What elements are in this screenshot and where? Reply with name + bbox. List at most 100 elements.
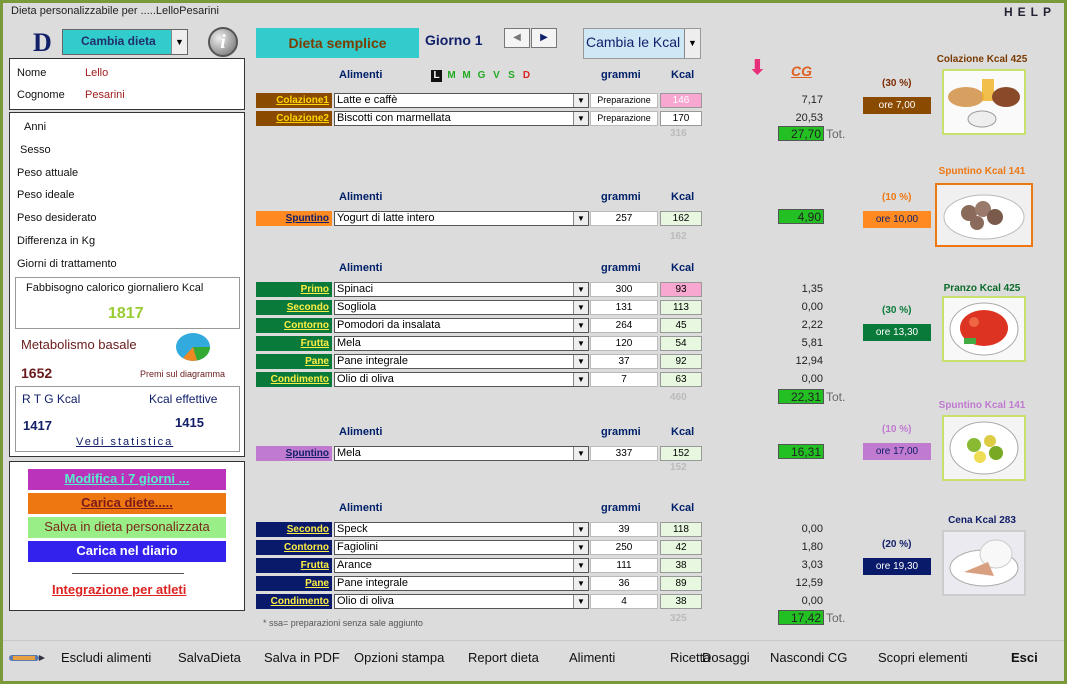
grammi-field[interactable]: 36 bbox=[590, 576, 658, 591]
carica-diario-button[interactable]: Carica nel diario bbox=[28, 541, 226, 562]
esci-button[interactable]: Esci bbox=[1011, 650, 1038, 665]
meal-label-condimento[interactable]: Condimento bbox=[256, 372, 332, 387]
meal-label-spuntino[interactable]: Spuntino bbox=[256, 211, 332, 226]
day-5-tab[interactable]: S bbox=[506, 70, 517, 82]
cambia-dieta-dropdown[interactable]: Cambia dieta ▼ bbox=[62, 29, 188, 55]
meal-label-frutta[interactable]: Frutta bbox=[256, 558, 332, 573]
kcal-field[interactable]: 63 bbox=[660, 372, 702, 387]
atleti-link[interactable]: Integrazione per atleti bbox=[52, 582, 186, 597]
report-dieta-button[interactable]: Report dieta bbox=[468, 650, 539, 665]
kcal-field[interactable]: 93 bbox=[660, 282, 702, 297]
meal-label-colazione2[interactable]: Colazione2 bbox=[256, 111, 332, 126]
salvadieta-button[interactable]: SalvaDieta bbox=[178, 650, 241, 665]
food-select[interactable]: Pane integrale ▼ bbox=[334, 576, 589, 591]
grammi-field[interactable]: 39 bbox=[590, 522, 658, 537]
grammi-field[interactable]: 250 bbox=[590, 540, 658, 555]
nascondi-cg-button[interactable]: Nascondi CG bbox=[770, 650, 847, 665]
food-select[interactable]: Fagiolini ▼ bbox=[334, 540, 589, 555]
grammi-field[interactable]: 37 bbox=[590, 354, 658, 369]
prev-day-button[interactable]: ◀ bbox=[504, 28, 530, 48]
meal-photo[interactable] bbox=[942, 415, 1026, 481]
opzioni-stampa-button[interactable]: Opzioni stampa bbox=[354, 650, 444, 665]
kcal-field[interactable]: 92 bbox=[660, 354, 702, 369]
kcal-field[interactable]: 89 bbox=[660, 576, 702, 591]
meal-label-secondo[interactable]: Secondo bbox=[256, 300, 332, 315]
meal-photo[interactable] bbox=[942, 69, 1026, 135]
meal-photo[interactable] bbox=[942, 296, 1026, 362]
kcal-field[interactable]: 42 bbox=[660, 540, 702, 555]
alimenti-button[interactable]: Alimenti bbox=[569, 650, 615, 665]
food-select[interactable]: Pane integrale ▼ bbox=[334, 354, 589, 369]
vedi-statistica-link[interactable]: Vedi statistica bbox=[76, 436, 173, 448]
kcal-field[interactable]: 38 bbox=[660, 594, 702, 609]
food-name: Arance bbox=[337, 559, 372, 571]
meal-label-pane[interactable]: Pane bbox=[256, 354, 332, 369]
meal-label-spuntino[interactable]: Spuntino bbox=[256, 446, 332, 461]
meal-label-contorno[interactable]: Contorno bbox=[256, 540, 332, 555]
grammi-field[interactable]: 7 bbox=[590, 372, 658, 387]
food-select[interactable]: Mela ▼ bbox=[334, 446, 589, 461]
carica-diete-button[interactable]: Carica diete..... bbox=[28, 493, 226, 514]
salva-personalizzata-button[interactable]: Salva in dieta personalizzata bbox=[28, 517, 226, 538]
grammi-field[interactable]: Preparazione bbox=[590, 93, 658, 108]
cambia-kcal-dropdown[interactable]: Cambia le Kcal ▼ bbox=[583, 28, 701, 59]
food-select[interactable]: Pomodori da insalata ▼ bbox=[334, 318, 589, 333]
scopri-elementi-button[interactable]: Scopri elementi bbox=[878, 650, 968, 665]
grammi-field[interactable]: 131 bbox=[590, 300, 658, 315]
header-alimenti: Alimenti bbox=[339, 262, 383, 274]
kcal-field[interactable]: 54 bbox=[660, 336, 702, 351]
meal-photo[interactable] bbox=[935, 183, 1033, 247]
grammi-field[interactable]: 337 bbox=[590, 446, 658, 461]
kcal-field[interactable]: 162 bbox=[660, 211, 702, 226]
grammi-field[interactable]: 264 bbox=[590, 318, 658, 333]
food-select[interactable]: Speck ▼ bbox=[334, 522, 589, 537]
day-3-tab[interactable]: G bbox=[476, 70, 487, 82]
day-0-tab[interactable]: L bbox=[431, 70, 442, 82]
meal-label-secondo[interactable]: Secondo bbox=[256, 522, 332, 537]
grammi-field[interactable]: 4 bbox=[590, 594, 658, 609]
grammi-field[interactable]: 300 bbox=[590, 282, 658, 297]
food-select[interactable]: Biscotti con marmellata ▼ bbox=[334, 111, 589, 126]
food-select[interactable]: Yogurt di latte intero ▼ bbox=[334, 211, 589, 226]
cg-value: 12,94 bbox=[795, 355, 823, 367]
next-day-button[interactable]: ▶ bbox=[531, 28, 557, 48]
food-select[interactable]: Arance ▼ bbox=[334, 558, 589, 573]
food-select[interactable]: Spinaci ▼ bbox=[334, 282, 589, 297]
day-6-tab[interactable]: D bbox=[521, 70, 532, 82]
kcal-field[interactable]: 38 bbox=[660, 558, 702, 573]
info-icon[interactable]: i bbox=[208, 27, 238, 57]
modifica-button[interactable]: Modifica i 7 giorni ... bbox=[28, 469, 226, 490]
kcal-field[interactable]: 45 bbox=[660, 318, 702, 333]
meal-label-colazione1[interactable]: Colazione1 bbox=[256, 93, 332, 108]
pen-icon[interactable] bbox=[7, 653, 47, 663]
kcal-field[interactable]: 118 bbox=[660, 522, 702, 537]
anni-label: Anni bbox=[24, 121, 47, 133]
meal-label-pane[interactable]: Pane bbox=[256, 576, 332, 591]
day-4-tab[interactable]: V bbox=[491, 70, 502, 82]
food-select[interactable]: Olio di oliva ▼ bbox=[334, 372, 589, 387]
kcal-field[interactable]: 113 bbox=[660, 300, 702, 315]
pie-chart-icon[interactable] bbox=[175, 332, 211, 362]
grammi-field[interactable]: 257 bbox=[590, 211, 658, 226]
kcal-field[interactable]: 170 bbox=[660, 111, 702, 126]
kcal-field[interactable]: 152 bbox=[660, 446, 702, 461]
salva-in-pdf-button[interactable]: Salva in PDF bbox=[264, 650, 340, 665]
grammi-field[interactable]: Preparazione bbox=[590, 111, 658, 126]
meal-label-contorno[interactable]: Contorno bbox=[256, 318, 332, 333]
food-select[interactable]: Mela ▼ bbox=[334, 336, 589, 351]
food-select[interactable]: Latte e caffè ▼ bbox=[334, 93, 589, 108]
food-select[interactable]: Sogliola ▼ bbox=[334, 300, 589, 315]
dosaggi-button[interactable]: Dosaggi bbox=[702, 650, 750, 665]
grammi-field[interactable]: 111 bbox=[590, 558, 658, 573]
kcal-field[interactable]: 146 bbox=[660, 93, 702, 108]
help-link[interactable]: HELP bbox=[1004, 5, 1056, 19]
meal-photo[interactable] bbox=[942, 530, 1026, 596]
meal-label-primo[interactable]: Primo bbox=[256, 282, 332, 297]
food-select[interactable]: Olio di oliva ▼ bbox=[334, 594, 589, 609]
escludi-alimenti-button[interactable]: Escludi alimenti bbox=[61, 650, 151, 665]
day-1-tab[interactable]: M bbox=[446, 70, 457, 82]
day-2-tab[interactable]: M bbox=[461, 70, 472, 82]
grammi-field[interactable]: 120 bbox=[590, 336, 658, 351]
meal-label-condimento[interactable]: Condimento bbox=[256, 594, 332, 609]
meal-label-frutta[interactable]: Frutta bbox=[256, 336, 332, 351]
